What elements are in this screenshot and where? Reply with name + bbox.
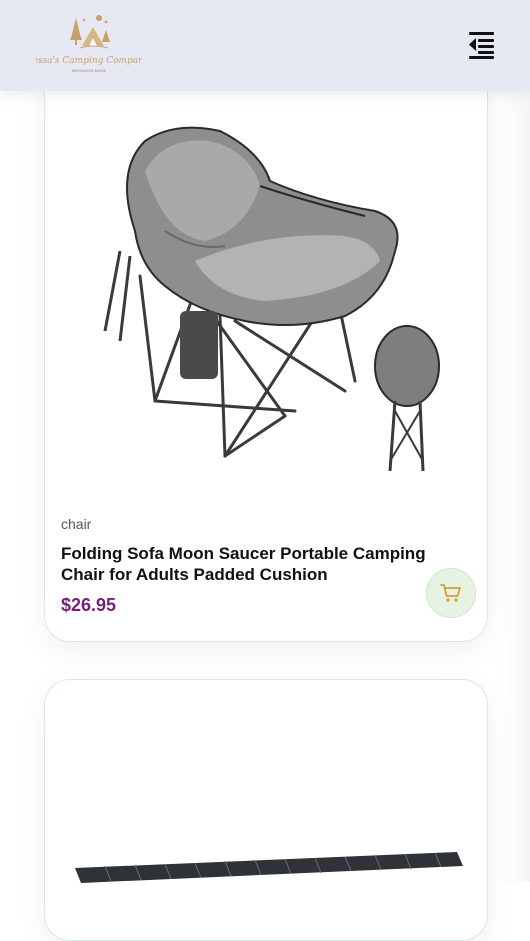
logo-subtext: ARKANSAS MADE (72, 68, 107, 73)
add-to-cart-button[interactable] (426, 568, 476, 618)
camping-table-image (75, 852, 463, 883)
logo-text: Jessa's Camping Company (36, 56, 142, 66)
camping-chair-image (103, 126, 440, 472)
product-card[interactable] (44, 679, 488, 941)
product-category: chair (61, 516, 92, 532)
product-title[interactable]: Folding Sofa Moon Saucer Portable Campin… (61, 543, 451, 585)
site-header: Jessa's Camping Company ARKANSAS MADE (0, 0, 530, 91)
product-card[interactable]: chair Folding Sofa Moon Saucer Portable … (44, 60, 488, 642)
page-edge-shadow (500, 91, 530, 882)
cart-icon (440, 584, 461, 602)
logo-image: Jessa's Camping Company ARKANSAS MADE (36, 15, 142, 73)
menu-collapse-icon (469, 32, 494, 59)
menu-button[interactable] (467, 30, 496, 60)
product-price: $26.95 (61, 595, 117, 615)
logo[interactable]: Jessa's Camping Company ARKANSAS MADE (36, 10, 142, 76)
